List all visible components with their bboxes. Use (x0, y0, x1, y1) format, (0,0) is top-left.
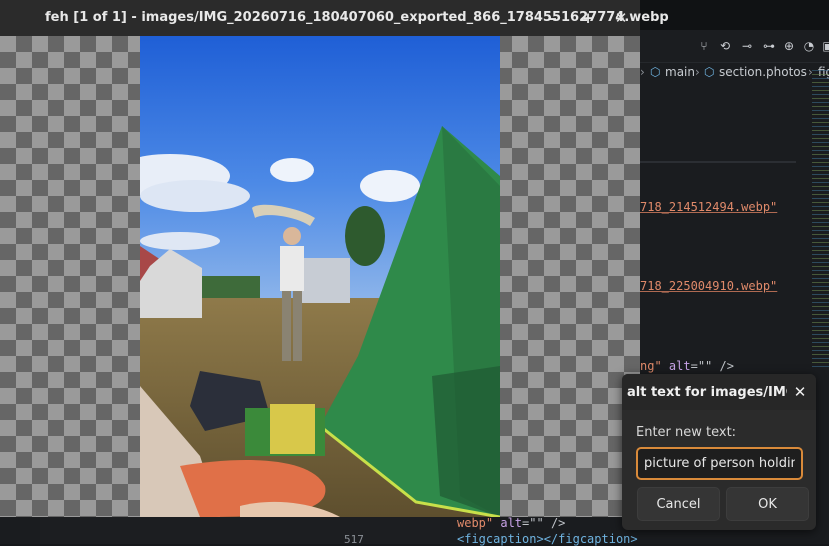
string-token: 718_225004910.webp" (640, 279, 778, 293)
window-title: feh [1 of 1] - images/IMG_20260716_18040… (45, 10, 669, 25)
punctuation-token: ="" /> (522, 516, 566, 530)
code-line[interactable]: 718_225004910.webp" (640, 279, 777, 293)
editor-toolbar: ⑂ ⟲ ⊸ ⊶ ⊕ ◔ ▣ (640, 30, 829, 63)
minimize-button[interactable]: – (543, 8, 563, 28)
globe-icon[interactable]: ⊕ (782, 39, 796, 53)
code-line[interactable]: ng" alt="" /> (640, 359, 734, 373)
minimap[interactable] (812, 70, 829, 370)
element-icon: ⬡ (704, 65, 715, 79)
attr-token: alt (500, 516, 523, 530)
string-token: ng" (640, 359, 662, 373)
ok-button[interactable]: OK (726, 487, 809, 521)
code-line[interactable]: webp" alt="" /> (457, 516, 565, 530)
editor-divider (640, 161, 796, 163)
string-token: webp" (457, 516, 494, 530)
photo-illustration (140, 36, 500, 517)
breadcrumb-item-section[interactable]: section.photos (719, 65, 807, 79)
string-token: 718_214512494.webp" (640, 200, 778, 214)
line-number: 517 (344, 533, 364, 546)
maximize-button[interactable]: + (578, 8, 598, 28)
compare-icon[interactable]: ⊶ (762, 39, 776, 53)
breadcrumb: › ⬡ main › ⬡ section.photos › fig (640, 62, 829, 84)
commit-icon[interactable]: ⊸ (740, 39, 754, 53)
window-titlebar[interactable]: feh [1 of 1] - images/IMG_20260716_18040… (0, 0, 669, 36)
close-button[interactable]: ✕ (611, 8, 631, 28)
copilot-icon[interactable]: ▣ (821, 39, 829, 53)
image-viewer-window: feh [1 of 1] - images/IMG_20260716_18040… (0, 0, 669, 517)
run-icon[interactable]: ◔ (802, 39, 816, 53)
image-canvas[interactable] (0, 36, 640, 517)
dialog-header[interactable]: alt text for images/IMG_... ✕ (622, 374, 816, 410)
cancel-button[interactable]: Cancel (637, 487, 720, 521)
alt-text-input[interactable] (636, 447, 803, 480)
alt-text-dialog: alt text for images/IMG_... ✕ Enter new … (622, 374, 816, 530)
chevron-right-icon: › (640, 65, 645, 79)
punctuation-token: ="" /> (690, 359, 734, 373)
history-icon[interactable]: ⟲ (718, 39, 732, 53)
dialog-close-button[interactable]: ✕ (790, 382, 810, 402)
input-label: Enter new text: (636, 425, 737, 440)
photo (140, 36, 500, 517)
dialog-title: alt text for images/IMG_... (627, 385, 787, 400)
editor-gutter (40, 517, 440, 544)
attr-token: alt (668, 359, 691, 373)
element-icon: ⬡ (650, 65, 661, 79)
code-line[interactable]: 718_214512494.webp" (640, 200, 777, 214)
chevron-right-icon: › (695, 65, 700, 79)
breadcrumb-item-main[interactable]: main (665, 65, 695, 79)
source-control-icon[interactable]: ⑂ (697, 39, 711, 53)
